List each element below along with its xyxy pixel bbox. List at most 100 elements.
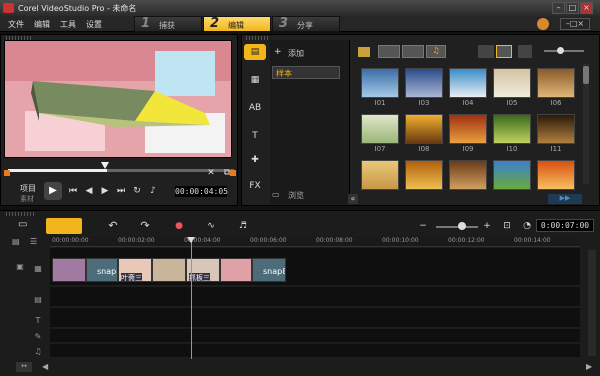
title-track[interactable] (50, 308, 580, 328)
voice-track[interactable] (50, 329, 580, 343)
library-thumbnail[interactable] (405, 160, 443, 190)
overlay-track[interactable] (50, 287, 580, 307)
clip-thumb[interactable] (52, 258, 86, 282)
thumb-size-slider-handle[interactable] (557, 47, 564, 54)
library-thumbnail[interactable] (493, 160, 531, 190)
sort-icon[interactable] (518, 45, 532, 58)
thumb-size-slider[interactable] (544, 50, 584, 52)
tracks-scroll-icon[interactable]: ↔ (16, 362, 32, 372)
undo-icon[interactable]: ↶ (108, 220, 118, 231)
library-thumbnail[interactable] (537, 68, 575, 98)
redo-icon[interactable]: ↷ (140, 220, 150, 231)
volume-button[interactable]: ♪ (148, 186, 158, 196)
menu-settings[interactable]: 设置 (86, 19, 102, 30)
scroll-right-icon[interactable]: ▶ (586, 362, 596, 372)
photo-filter-button[interactable] (402, 45, 424, 58)
panel-grip[interactable] (6, 212, 36, 216)
minimize-button[interactable]: – (552, 2, 565, 14)
menu-file[interactable]: 文件 (8, 19, 24, 30)
panel-grip[interactable] (246, 36, 270, 40)
timeline-playhead[interactable] (191, 237, 192, 359)
collapse-icon[interactable]: « (348, 194, 358, 204)
clip-snap8-2[interactable]: snap8 (252, 258, 286, 282)
browse-icon[interactable]: ▭ (272, 190, 280, 199)
window-controls-icon[interactable]: –□× (560, 18, 590, 30)
clip-label[interactable]: 素材 (20, 194, 34, 204)
library-scrollbar-thumb[interactable] (583, 66, 589, 84)
library-thumbnail[interactable] (405, 68, 443, 98)
filter-icon[interactable]: FX (244, 178, 266, 194)
browse-label[interactable]: 浏览 (288, 190, 304, 201)
library-thumbnail[interactable] (449, 160, 487, 190)
library-thumbnail[interactable] (449, 114, 487, 144)
tab-capture[interactable]: 1 捕获 (134, 16, 202, 32)
timeline-playhead-marker-icon[interactable] (187, 237, 195, 243)
tab-share[interactable]: 3 分享 (272, 16, 340, 32)
corel-logo-icon[interactable] (537, 18, 549, 30)
menu-edit[interactable]: 编辑 (34, 19, 50, 30)
library-thumbnail[interactable] (405, 114, 443, 144)
timecode-display[interactable]: 00:00:04:05 (175, 186, 228, 197)
tab-edit[interactable]: 2 编辑 (203, 16, 271, 32)
overlay-track-icon[interactable]: ▤ (30, 295, 46, 307)
graphic-icon[interactable]: ✚ (244, 152, 266, 168)
go-start-button[interactable]: ⏮ (68, 186, 78, 196)
storyboard-view-icon[interactable]: ▭ (18, 219, 34, 233)
menu-tools[interactable]: 工具 (60, 19, 76, 30)
voice-track-icon[interactable]: ✎ (30, 332, 46, 344)
trim-start-icon[interactable] (4, 170, 10, 176)
record-capture-icon[interactable]: ● (174, 221, 184, 231)
clip-snap8[interactable]: snap8 (86, 258, 118, 282)
media-category-icon[interactable]: ▤ (244, 44, 266, 60)
timeline-view-button[interactable] (46, 218, 82, 234)
add-folder-icon[interactable]: + (274, 47, 282, 57)
library-thumbnail[interactable] (449, 68, 487, 98)
folder-icon[interactable] (358, 47, 370, 57)
library-thumbnail[interactable] (361, 114, 399, 144)
maximize-button[interactable]: □ (566, 2, 579, 14)
cut-icon[interactable]: ✕ (206, 168, 216, 178)
fit-project-icon[interactable]: ⊡ (502, 221, 512, 231)
title-icon[interactable]: T (244, 128, 266, 144)
enlarge-icon[interactable]: ⧉ (222, 168, 232, 178)
clip-transition[interactable]: 叶斋三 (118, 258, 152, 282)
library-thumbnail[interactable] (537, 160, 575, 190)
add-folder-label[interactable]: 添加 (288, 48, 304, 59)
project-duration[interactable]: 0:00:07:00 (536, 219, 594, 232)
zoom-out-icon[interactable]: − (418, 221, 428, 231)
repeat-button[interactable]: ↻ (132, 186, 142, 196)
timeline-vscrollbar[interactable] (588, 250, 596, 356)
library-thumbnail[interactable] (361, 160, 399, 190)
audio-filter-button[interactable]: ♫ (426, 45, 446, 58)
auto-music-icon[interactable]: ♬ (238, 221, 248, 231)
chapter-icon[interactable]: ☰ (30, 237, 42, 247)
video-track-icon-2[interactable]: ▦ (30, 264, 46, 276)
library-thumbnail[interactable] (537, 114, 575, 144)
clock-icon[interactable]: ◔ (522, 221, 532, 231)
thumbnail-view-icon[interactable] (496, 45, 512, 58)
go-end-button[interactable]: ⏭ (116, 186, 126, 196)
prev-frame-button[interactable]: ◀ (84, 186, 94, 196)
library-scrollbar[interactable] (583, 64, 589, 184)
close-button[interactable]: × (580, 2, 593, 14)
next-frame-button[interactable]: ▶ (100, 186, 110, 196)
scroll-left-icon[interactable]: ◀ (42, 362, 52, 372)
list-view-icon[interactable] (478, 45, 494, 58)
zoom-slider-handle[interactable] (458, 222, 466, 230)
transition-icon[interactable]: AB (244, 100, 266, 116)
options-icon[interactable]: ▶▶ (548, 194, 582, 204)
music-track-icon[interactable]: ♫ (30, 347, 46, 359)
playhead-marker-icon[interactable] (101, 162, 109, 169)
zoom-in-icon[interactable]: + (482, 221, 492, 231)
video-track-icon[interactable]: ▣ (12, 262, 28, 274)
sound-mixer-icon[interactable]: ∿ (206, 221, 216, 231)
play-button[interactable]: ▶ (44, 182, 62, 200)
clip-room[interactable] (220, 258, 252, 282)
library-thumbnail[interactable] (493, 68, 531, 98)
folder-item-sample[interactable]: 样本 (272, 66, 340, 79)
video-filter-button[interactable] (378, 45, 400, 58)
music-track[interactable] (50, 344, 580, 358)
library-thumbnail[interactable] (493, 114, 531, 144)
clip-photo[interactable] (152, 258, 186, 282)
title-track-icon[interactable]: T (30, 316, 46, 328)
